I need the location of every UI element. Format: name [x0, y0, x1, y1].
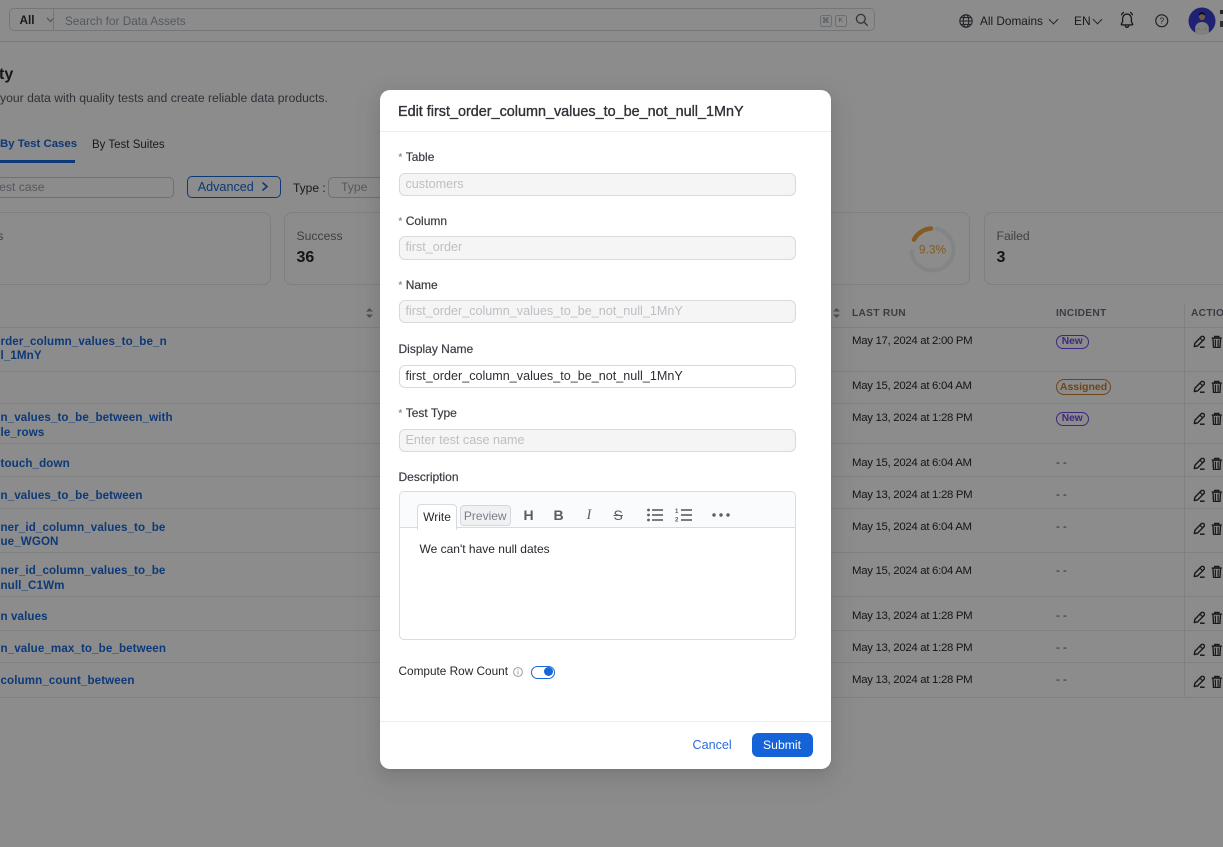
svg-text:1: 1	[675, 509, 679, 515]
svg-text:2: 2	[675, 518, 679, 523]
